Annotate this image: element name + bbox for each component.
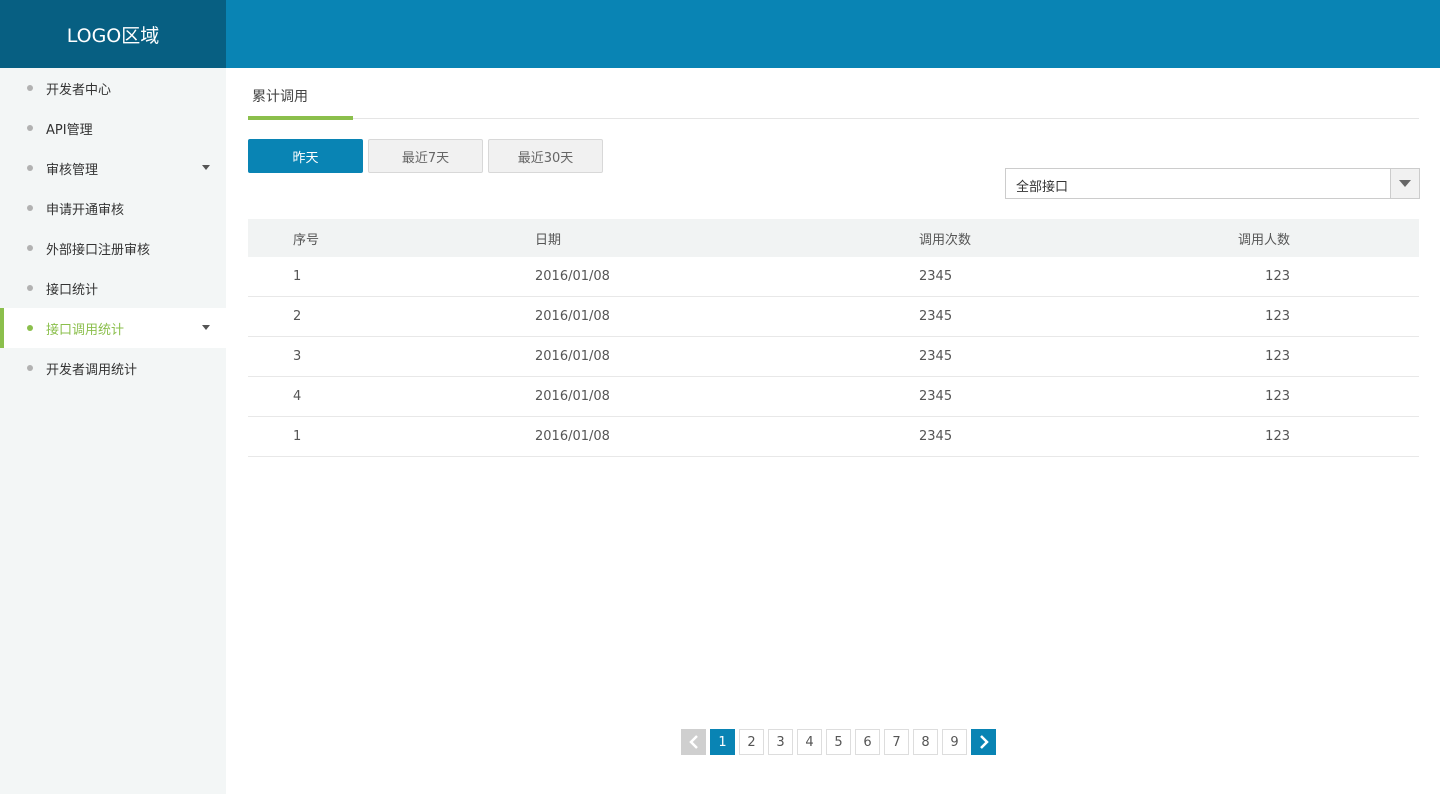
cell-call-count: 2345 — [919, 389, 953, 404]
bullet-icon — [27, 205, 33, 211]
sidebar-item-developer-center[interactable]: 开发者中心 — [0, 68, 226, 108]
sidebar-item-label: 开发者中心 — [46, 82, 112, 98]
sidebar-item-external-api-review[interactable]: 外部接口注册审核 — [0, 228, 226, 268]
sidebar-item-label: 申请开通审核 — [46, 202, 125, 218]
page-button-5[interactable]: 5 — [826, 729, 851, 755]
bullet-icon — [27, 325, 33, 331]
sidebar-item-label: 开发者调用统计 — [46, 362, 138, 378]
top-bar — [226, 0, 1440, 68]
cell-date: 2016/01/08 — [535, 269, 610, 284]
caret-down-icon — [202, 165, 210, 170]
table-row: 1 2016/01/08 2345 123 — [248, 417, 1419, 457]
cell-call-count: 2345 — [919, 309, 953, 324]
chevron-down-icon — [1399, 180, 1411, 187]
table-row: 4 2016/01/08 2345 123 — [248, 377, 1419, 417]
bullet-icon — [27, 245, 33, 251]
range-yesterday-button[interactable]: 昨天 — [248, 139, 363, 173]
cell-date: 2016/01/08 — [535, 309, 610, 324]
column-header-date: 日期 — [535, 232, 562, 248]
sidebar-item-label: 接口调用统计 — [46, 322, 125, 338]
cell-index: 1 — [293, 429, 302, 444]
table-row: 3 2016/01/08 2345 123 — [248, 337, 1419, 377]
call-statistics-table: 序号 日期 调用次数 调用人数 1 2016/01/08 2345 123 2 … — [248, 219, 1419, 457]
bullet-icon — [27, 365, 33, 371]
tab-bar: 累计调用 — [248, 68, 1419, 120]
bullet-icon — [27, 165, 33, 171]
table-row: 2 2016/01/08 2345 123 — [248, 297, 1419, 337]
sidebar-item-review-management[interactable]: 审核管理 — [0, 148, 226, 188]
sidebar-item-developer-call-statistics[interactable]: 开发者调用统计 — [0, 348, 226, 388]
bullet-icon — [27, 125, 33, 131]
cell-user-count: 123 — [1265, 429, 1290, 444]
sidebar-item-api-statistics[interactable]: 接口统计 — [0, 268, 226, 308]
page-button-4[interactable]: 4 — [797, 729, 822, 755]
caret-down-icon — [202, 325, 210, 330]
sidebar-item-label: 接口统计 — [46, 282, 99, 298]
range-30-days-button[interactable]: 最近30天 — [488, 139, 603, 173]
logo: LOGO区域 — [0, 0, 226, 68]
page-button-9[interactable]: 9 — [942, 729, 967, 755]
cell-date: 2016/01/08 — [535, 389, 610, 404]
cell-user-count: 123 — [1265, 349, 1290, 364]
cell-user-count: 123 — [1265, 389, 1290, 404]
api-filter-select[interactable]: 全部接口 — [1005, 168, 1420, 199]
cell-index: 1 — [293, 269, 302, 284]
cell-call-count: 2345 — [919, 349, 953, 364]
sidebar-item-activation-review[interactable]: 申请开通审核 — [0, 188, 226, 228]
range-7-days-button[interactable]: 最近7天 — [368, 139, 483, 173]
page-button-6[interactable]: 6 — [855, 729, 880, 755]
sidebar-item-api-management[interactable]: API管理 — [0, 108, 226, 148]
cell-index: 2 — [293, 309, 302, 324]
prev-page-button[interactable] — [681, 729, 706, 755]
tab-cumulative-calls[interactable]: 累计调用 — [248, 68, 353, 120]
table-header: 序号 日期 调用次数 调用人数 — [248, 219, 1419, 257]
sidebar-item-api-call-statistics[interactable]: 接口调用统计 — [0, 308, 226, 348]
page-button-8[interactable]: 8 — [913, 729, 938, 755]
sidebar-item-label: API管理 — [46, 122, 93, 138]
page-button-7[interactable]: 7 — [884, 729, 909, 755]
api-filter-value: 全部接口 — [1016, 180, 1069, 195]
chevron-right-icon — [979, 735, 989, 749]
column-header-call-count: 调用次数 — [919, 232, 972, 248]
cell-user-count: 123 — [1265, 269, 1290, 284]
page-button-1[interactable]: 1 — [710, 729, 735, 755]
cell-call-count: 2345 — [919, 269, 953, 284]
cell-call-count: 2345 — [919, 429, 953, 444]
chevron-left-icon — [688, 735, 698, 749]
cell-index: 4 — [293, 389, 302, 404]
bullet-icon — [27, 285, 33, 291]
cell-user-count: 123 — [1265, 309, 1290, 324]
cell-date: 2016/01/08 — [535, 349, 610, 364]
page-button-3[interactable]: 3 — [768, 729, 793, 755]
cell-date: 2016/01/08 — [535, 429, 610, 444]
column-header-user-count: 调用人数 — [1237, 232, 1290, 248]
table-row: 1 2016/01/08 2345 123 — [248, 257, 1419, 297]
page-button-2[interactable]: 2 — [739, 729, 764, 755]
next-page-button[interactable] — [971, 729, 996, 755]
sidebar-item-label: 审核管理 — [46, 162, 99, 178]
sidebar-item-label: 外部接口注册审核 — [46, 242, 151, 258]
column-header-index: 序号 — [293, 232, 320, 248]
bullet-icon — [27, 85, 33, 91]
cell-index: 3 — [293, 349, 302, 364]
dropdown-button[interactable] — [1390, 169, 1419, 198]
sidebar: 开发者中心 API管理 审核管理 申请开通审核 外部接口注册审核 接口统计 接口… — [0, 68, 226, 794]
pagination: 1 2 3 4 5 6 7 8 9 — [681, 729, 996, 755]
